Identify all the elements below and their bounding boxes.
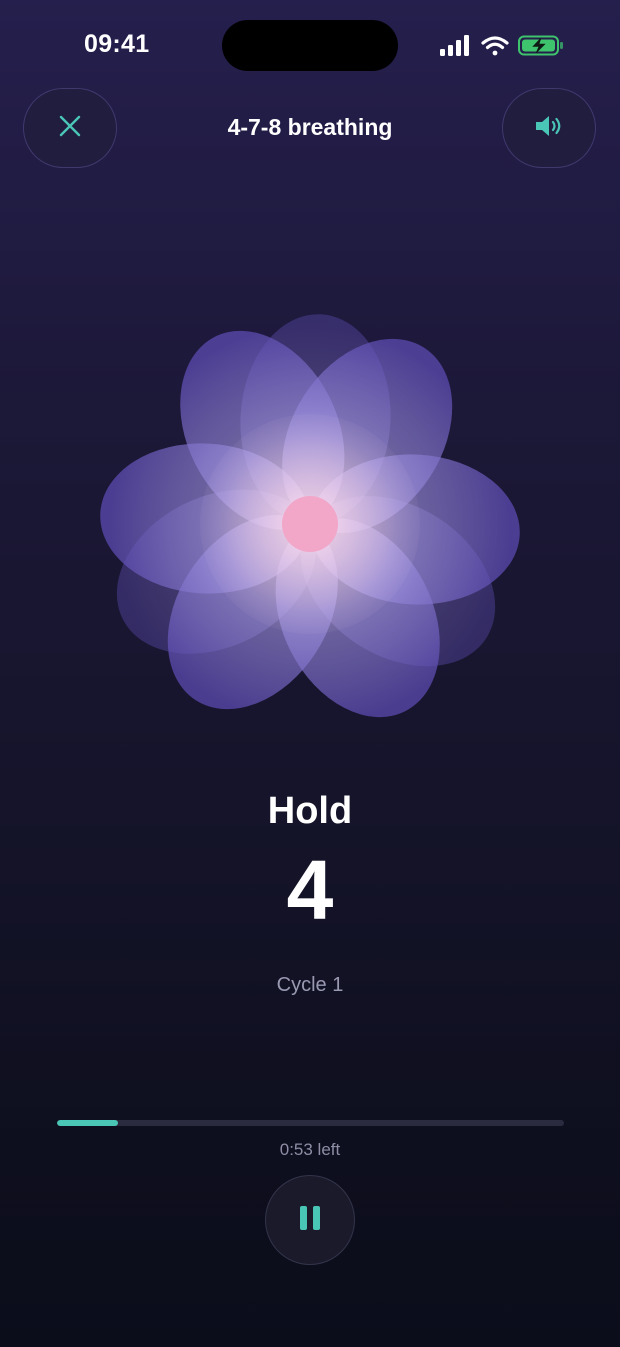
pause-icon (299, 1205, 321, 1236)
breathing-flower-animation (100, 314, 520, 734)
phase-countdown: 4 (286, 843, 334, 937)
status-bar: 09:41 (0, 0, 620, 92)
signal-icon (440, 35, 469, 56)
sound-toggle-button[interactable] (502, 88, 596, 168)
session-progress-fill (57, 1120, 118, 1126)
flower-center (282, 496, 338, 552)
session-progress-bar (57, 1120, 564, 1126)
battery-charging-icon (518, 35, 563, 56)
time-remaining: 0:53 left (279, 1140, 341, 1159)
pause-button[interactable] (265, 1175, 355, 1265)
wifi-icon (481, 36, 509, 56)
status-icons (438, 34, 568, 58)
status-time: 09:41 (84, 30, 150, 58)
cycle-label: Cycle 1 (276, 974, 344, 996)
speaker-icon (533, 113, 565, 144)
dynamic-island (222, 20, 398, 71)
breathing-phase-label: Hold (267, 790, 353, 832)
